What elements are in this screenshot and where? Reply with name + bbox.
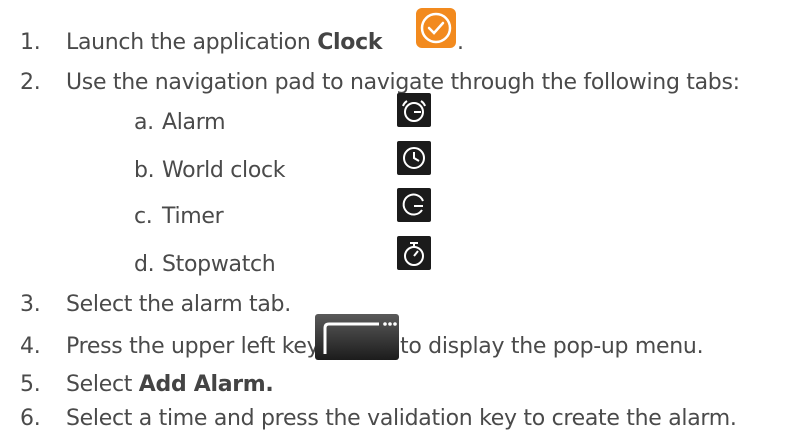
step-number: 3. (20, 292, 41, 317)
menu-option-add-alarm: Add Alarm. (138, 372, 274, 397)
tab-letter: c. (134, 204, 153, 229)
step-number: 5. (20, 372, 41, 397)
clock-app-icon (416, 8, 456, 48)
step-text: Select a time and press the validation k… (66, 406, 737, 431)
upper-left-key-icon (315, 314, 399, 360)
step-text: Press the upper left key (66, 334, 320, 359)
alarm-icon (397, 93, 431, 127)
step-text: Launch the application (66, 30, 318, 55)
step-text: Select the alarm tab. (66, 292, 291, 317)
step-number: 4. (20, 334, 41, 359)
tab-letter: d. (134, 252, 155, 277)
timer-icon (397, 188, 431, 222)
step-number: 2. (20, 70, 41, 95)
step-number: 6. (20, 406, 41, 431)
tab-label: Alarm (162, 110, 226, 135)
tab-letter: a. (134, 110, 154, 135)
tab-label: Timer (162, 204, 224, 229)
tab-label: Stopwatch (162, 252, 276, 277)
step-text: Select (66, 372, 139, 397)
app-name: Clock (317, 30, 383, 55)
tab-letter: b. (134, 158, 155, 183)
stopwatch-icon (397, 236, 431, 270)
step-number: 1. (20, 30, 41, 55)
step-4-suffix: to display the pop-up menu. (400, 334, 704, 359)
tab-label: World clock (162, 158, 286, 183)
step-1-period: . (457, 30, 464, 55)
world-clock-icon (397, 141, 431, 175)
